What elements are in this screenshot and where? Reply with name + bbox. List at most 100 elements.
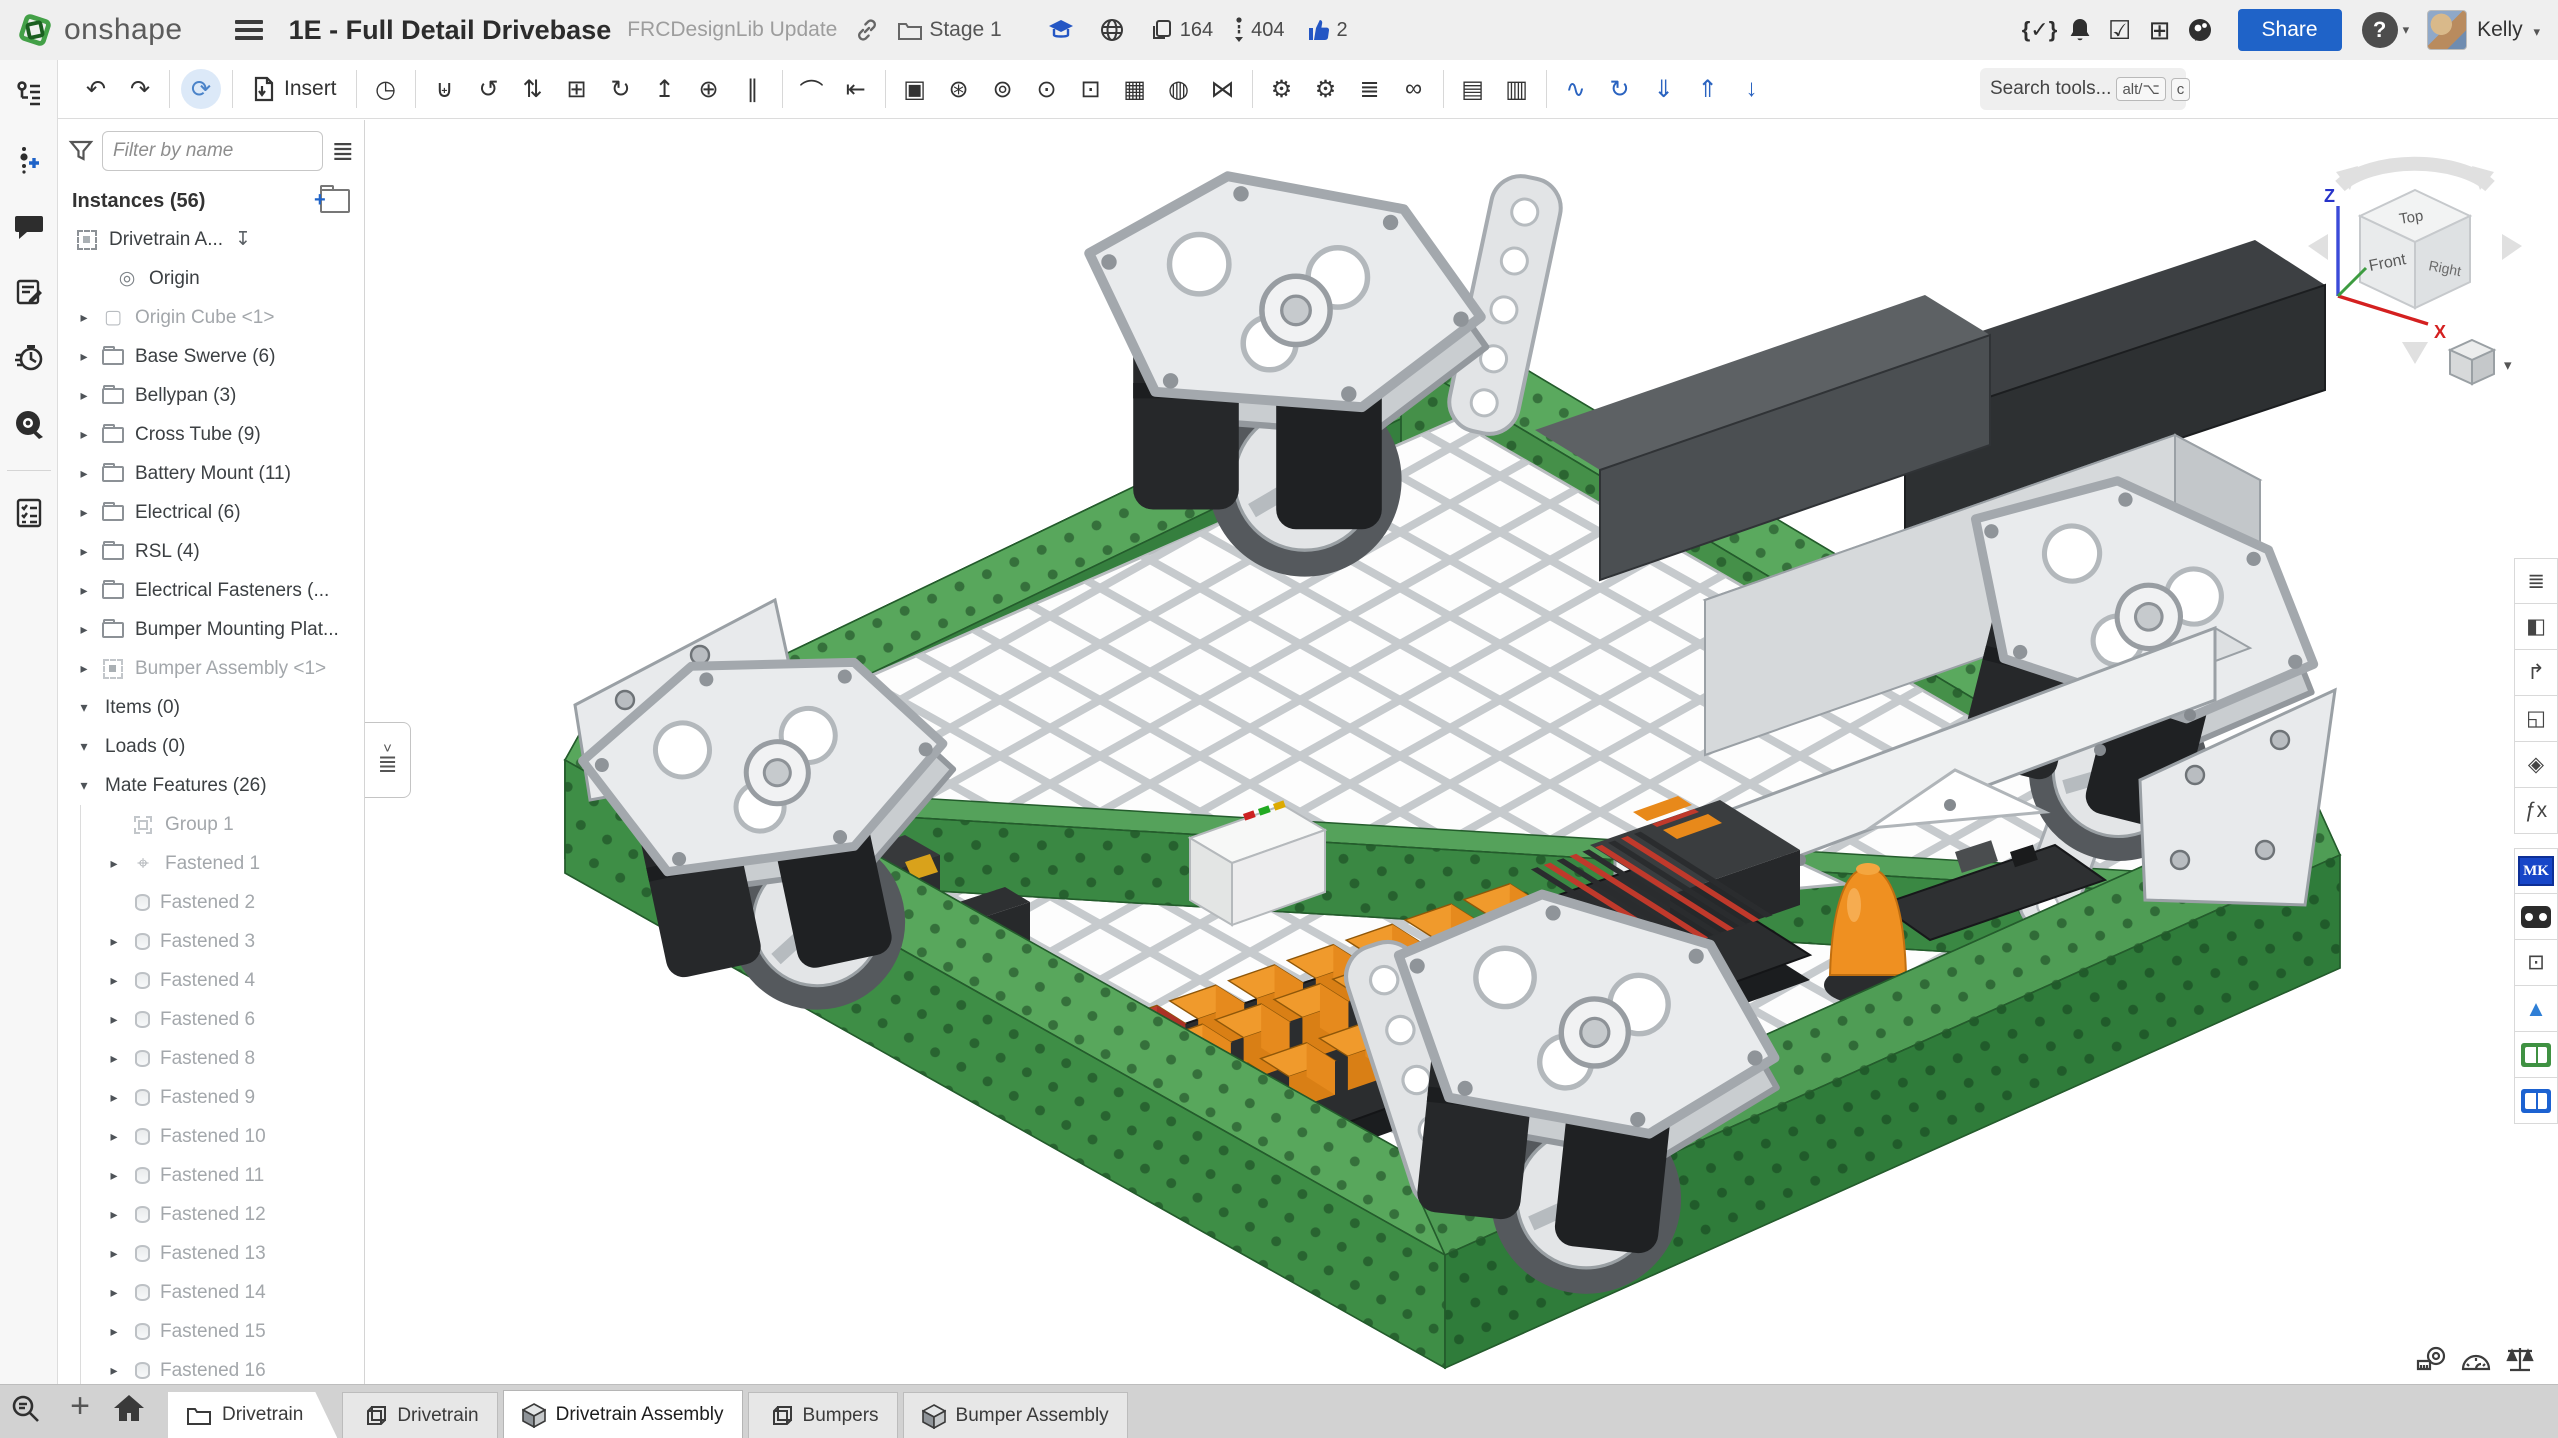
tree-row[interactable]: ▸Fastened 3 bbox=[58, 922, 364, 961]
main-menu-icon[interactable] bbox=[235, 16, 263, 44]
user-menu[interactable]: Kelly ▾ bbox=[2477, 18, 2540, 42]
redo-icon[interactable]: ↷ bbox=[118, 67, 162, 111]
chevron-right-icon[interactable]: ▸ bbox=[72, 621, 96, 638]
linear-pattern-icon[interactable]: ▦ bbox=[1113, 67, 1157, 111]
cad-export-app-icon[interactable]: ⊡ bbox=[2514, 940, 2558, 986]
tree-row[interactable]: ▸Fastened 14 bbox=[58, 1273, 364, 1312]
chevron-down-icon[interactable]: ▾ bbox=[72, 699, 96, 716]
rack-relation-icon[interactable]: ≣ bbox=[1348, 67, 1392, 111]
mass-properties-icon[interactable] bbox=[2498, 1339, 2542, 1379]
tree-row[interactable]: ▸Base Swerve (6) bbox=[58, 337, 364, 376]
gear-relation-icon[interactable]: ⚙ bbox=[1260, 67, 1304, 111]
tree-row[interactable]: ▸Origin Cube <1> bbox=[58, 298, 364, 337]
view-cube[interactable]: Top Front Right Z X ▾ bbox=[2300, 128, 2530, 398]
tree-row[interactable]: ▸Bumper Mounting Plat... bbox=[58, 610, 364, 649]
chevron-right-icon[interactable]: ▸ bbox=[72, 660, 96, 677]
tree-row[interactable]: Origin bbox=[58, 259, 364, 298]
fastened-mate-icon[interactable]: ⊎ bbox=[423, 67, 467, 111]
comments-icon[interactable] bbox=[7, 204, 51, 248]
chevron-right-icon[interactable]: ▸ bbox=[102, 1362, 126, 1379]
versions-icon[interactable] bbox=[7, 138, 51, 182]
chevron-right-icon[interactable]: ▸ bbox=[102, 1323, 126, 1340]
tree-row[interactable]: Drivetrain A...↧ bbox=[58, 220, 364, 259]
tree-row[interactable]: ▸Fastened 16 bbox=[58, 1351, 364, 1385]
notes-icon[interactable] bbox=[7, 270, 51, 314]
chevron-right-icon[interactable]: ▸ bbox=[102, 972, 126, 989]
tab-search-icon[interactable] bbox=[10, 1393, 42, 1425]
tab-drivetrain[interactable]: Drivetrain bbox=[168, 1392, 337, 1438]
chevron-right-icon[interactable]: ▸ bbox=[102, 1245, 126, 1262]
tree-row[interactable]: ▸RSL (4) bbox=[58, 532, 364, 571]
chevron-right-icon[interactable]: ▸ bbox=[102, 1284, 126, 1301]
collapse-instances-icon[interactable]: ⇑ bbox=[1686, 67, 1730, 111]
tree-row[interactable]: ▾Items (0) bbox=[58, 688, 364, 727]
tree-row[interactable]: Fastened 2 bbox=[58, 883, 364, 922]
chevron-right-icon[interactable]: ▸ bbox=[102, 1011, 126, 1028]
robot-assistant-app-icon[interactable] bbox=[2514, 894, 2558, 940]
filter-input[interactable] bbox=[102, 131, 323, 171]
chevron-right-icon[interactable]: ▸ bbox=[102, 1167, 126, 1184]
chevron-down-icon[interactable]: ▾ bbox=[72, 777, 96, 794]
breadcrumb-location[interactable]: Stage 1 bbox=[929, 18, 1001, 42]
likes-count[interactable]: 2 bbox=[1305, 18, 1348, 42]
chevron-right-icon[interactable]: ▸ bbox=[102, 855, 126, 872]
mate-icon[interactable]: ◷ bbox=[364, 67, 408, 111]
variables-panel-icon[interactable]: ƒx bbox=[2514, 788, 2558, 834]
cylindrical-mate-icon[interactable]: ↻ bbox=[599, 67, 643, 111]
document-title[interactable]: 1E - Full Detail Drivebase bbox=[289, 15, 612, 46]
mirror-icon[interactable]: ⋈ bbox=[1201, 67, 1245, 111]
help-caret-icon[interactable]: ▾ bbox=[2403, 22, 2410, 38]
bom-table-icon[interactable]: ◧ bbox=[2514, 604, 2558, 650]
search-gear-icon[interactable] bbox=[7, 402, 51, 446]
chevron-right-icon[interactable]: ▸ bbox=[72, 348, 96, 365]
blue-library-app-icon[interactable] bbox=[2514, 1078, 2558, 1124]
view-options-cube-icon[interactable]: ▾ bbox=[2450, 340, 2512, 384]
update-linked-document-icon[interactable]: ⟳ bbox=[181, 69, 221, 109]
link-icon[interactable] bbox=[855, 18, 879, 42]
bom-icon[interactable]: ▤ bbox=[1451, 67, 1495, 111]
spin-view-icon[interactable]: ↻ bbox=[1598, 67, 1642, 111]
chevron-down-icon[interactable]: ▾ bbox=[72, 738, 96, 755]
help-button[interactable]: ? bbox=[2362, 12, 2398, 48]
mate-limits-icon[interactable]: ⇤ bbox=[834, 67, 878, 111]
notifications-bell-icon[interactable] bbox=[2060, 10, 2100, 50]
apps-grid-icon[interactable]: ⊞ bbox=[2140, 10, 2180, 50]
configuration-panel-toggle[interactable]: ˅≣ bbox=[365, 722, 411, 798]
3d-viewport[interactable]: Top Front Right Z X ▾ ≣◧↱◱◈ƒxMK⊡▲ bbox=[365, 120, 2558, 1385]
mkcad-app-icon[interactable]: MK bbox=[2514, 848, 2558, 894]
tab-bumpers[interactable]: Bumpers bbox=[748, 1392, 898, 1438]
belt-relation-icon[interactable]: ∞ bbox=[1392, 67, 1436, 111]
tree-row[interactable]: ▸Fastened 12 bbox=[58, 1195, 364, 1234]
new-tab-button[interactable]: + bbox=[62, 1387, 98, 1426]
chevron-right-icon[interactable]: ▸ bbox=[72, 465, 96, 482]
search-tools-field[interactable]: Search tools... alt/⌥ c bbox=[1980, 68, 2186, 110]
ball-mate-icon[interactable]: ⊕ bbox=[687, 67, 731, 111]
filter-icon[interactable] bbox=[68, 139, 94, 163]
structured-bom-icon[interactable]: ▥ bbox=[1495, 67, 1539, 111]
tree-row[interactable]: ▾Loads (0) bbox=[58, 727, 364, 766]
tree-row[interactable]: ▸Electrical (6) bbox=[58, 493, 364, 532]
parallel-mate-icon[interactable]: ∥ bbox=[731, 67, 775, 111]
tree-row[interactable]: ▸Electrical Fasteners (... bbox=[58, 571, 364, 610]
chevron-right-icon[interactable]: ▸ bbox=[72, 504, 96, 521]
revolute-mate-icon[interactable]: ↺ bbox=[467, 67, 511, 111]
alpine-app-icon[interactable]: ▲ bbox=[2514, 986, 2558, 1032]
chevron-right-icon[interactable]: ▸ bbox=[72, 387, 96, 404]
tree-row[interactable]: ▸Bumper Assembly <1> bbox=[58, 649, 364, 688]
section-view-icon[interactable]: ◱ bbox=[2514, 696, 2558, 742]
bom-panel-icon[interactable]: ≣ bbox=[2514, 558, 2558, 604]
appearance-icon[interactable]: ◈ bbox=[2514, 742, 2558, 788]
tree-row[interactable]: ▸Fastened 8 bbox=[58, 1039, 364, 1078]
chevron-right-icon[interactable]: ▸ bbox=[102, 933, 126, 950]
tree-row[interactable]: ▸Fastened 11 bbox=[58, 1156, 364, 1195]
insert-icon[interactable]: Insert bbox=[240, 67, 349, 111]
chevron-right-icon[interactable]: ▸ bbox=[72, 426, 96, 443]
rack-pinion-relation-icon[interactable]: ⚙ bbox=[1304, 67, 1348, 111]
checklist-icon[interactable] bbox=[7, 491, 51, 535]
mate-connector-icon[interactable]: ⊛ bbox=[937, 67, 981, 111]
tree-row[interactable]: Group 1 bbox=[58, 805, 364, 844]
chevron-right-icon[interactable]: ▸ bbox=[72, 309, 96, 326]
instance-list-icon[interactable] bbox=[7, 72, 51, 116]
chevron-right-icon[interactable]: ▸ bbox=[72, 582, 96, 599]
named-positions-icon[interactable]: ⊙ bbox=[1025, 67, 1069, 111]
